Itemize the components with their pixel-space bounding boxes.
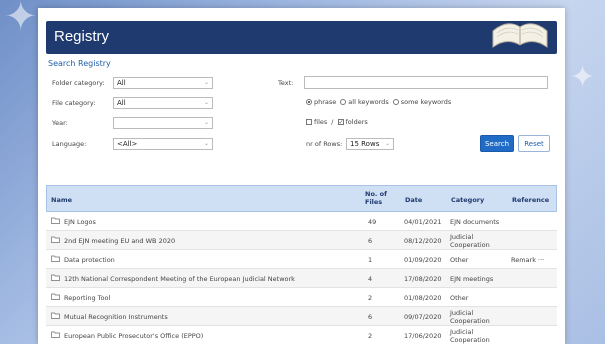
search-registry-title: Search Registry [48, 59, 111, 68]
language-select[interactable]: <All> ⌄ [113, 138, 213, 150]
background-star-decoration: ✦ [570, 60, 596, 95]
page-title: Registry [54, 28, 110, 45]
year-select[interactable]: ⌄ [113, 117, 213, 129]
chevron-down-icon: ⌄ [203, 119, 209, 126]
row-name[interactable]: EJN Logos [64, 218, 96, 226]
row-category: EJN meetings [450, 275, 494, 283]
column-name[interactable]: Name [51, 196, 72, 204]
registry-table: Name No. of Files Date Category Referenc… [46, 185, 557, 344]
row-category: Judicial Cooperation [450, 309, 490, 325]
rows-select[interactable]: 15 Rows ⌄ [346, 138, 394, 150]
language-label: Language: [52, 140, 87, 148]
column-reference[interactable]: Reference [512, 196, 549, 204]
row-category: Judicial Cooperation [450, 233, 490, 249]
folder-icon [51, 217, 60, 224]
file-category-select[interactable]: All ⌄ [113, 97, 213, 109]
row-name[interactable]: Data protection [64, 256, 115, 264]
row-date: 17/06/2020 [404, 332, 442, 340]
table-row[interactable]: 2nd EJN meeting EU and WB 2020 6 08/12/202… [46, 231, 557, 250]
row-date: 09/07/2020 [404, 313, 442, 321]
registry-header: Registry [46, 21, 557, 54]
column-category[interactable]: Category [451, 196, 484, 204]
row-category: Other [450, 256, 469, 264]
row-name[interactable]: European Public Prosecutor's Office (EPP… [64, 332, 203, 340]
registry-panel: Registry Search Registry Folder category… [38, 8, 565, 344]
files-checkbox-label: files [314, 118, 328, 126]
rows-value: 15 Rows [350, 140, 380, 148]
chevron-down-icon: ⌄ [203, 140, 209, 147]
folders-checkbox[interactable]: ✓ folders [337, 118, 368, 126]
row-files: 4 [368, 275, 373, 283]
row-name[interactable]: 2nd EJN meeting EU and WB 2020 [64, 237, 175, 245]
search-button[interactable]: Search [480, 135, 514, 152]
radio-phrase[interactable]: phrase [306, 98, 336, 106]
row-name[interactable]: 12th National Correspondent Meeting of t… [64, 275, 295, 283]
table-header: Name No. of Files Date Category Referenc… [46, 185, 557, 212]
column-date[interactable]: Date [405, 196, 422, 204]
row-files: 6 [368, 237, 373, 245]
row-date: 08/12/2020 [404, 237, 442, 245]
table-row[interactable]: 12th National Correspondent Meeting of t… [46, 269, 557, 288]
row-files: 1 [368, 256, 373, 264]
match-options: phrase all keywords some keywords [306, 98, 451, 106]
file-category-value: All [117, 99, 126, 107]
year-label: Year: [52, 119, 68, 127]
row-files: 49 [368, 218, 377, 226]
row-category: EJN documents [450, 218, 500, 226]
folder-icon [51, 312, 60, 319]
open-book-icon [492, 23, 548, 48]
row-files: 6 [368, 313, 373, 321]
language-value: <All> [117, 140, 138, 148]
table-row[interactable]: Reporting Tool 2 01/08/2020 Other [46, 288, 557, 307]
folder-icon [51, 236, 60, 243]
radio-all-keywords-label: all keywords [348, 98, 389, 106]
radio-some-keywords[interactable]: some keywords [392, 98, 452, 106]
row-reference[interactable]: Remark ··· [511, 256, 544, 264]
row-date: 04/01/2021 [404, 218, 442, 226]
folder-category-select[interactable]: All ⌄ [113, 77, 213, 89]
table-row[interactable]: EJN Logos 49 04/01/2021 EJN documents [46, 212, 557, 231]
chevron-down-icon: ⌄ [203, 99, 209, 106]
table-row[interactable]: Data protection 1 01/09/2020 Other Remark ··… [46, 250, 557, 269]
folder-icon [51, 293, 60, 300]
row-date: 17/08/2020 [404, 275, 442, 283]
background-star-decoration: ✦ [4, 0, 38, 40]
file-category-label: File category: [52, 99, 96, 107]
folders-checkbox-label: folders [345, 118, 368, 126]
reset-button[interactable]: Reset [518, 135, 550, 152]
row-date: 01/08/2020 [404, 294, 442, 302]
chevron-down-icon: ⌄ [203, 79, 209, 86]
text-label: Text: [278, 79, 294, 87]
folder-category-value: All [117, 79, 126, 87]
scope-options: files / ✓ folders [306, 118, 368, 126]
row-files: 2 [368, 332, 373, 340]
table-body: EJN Logos 49 04/01/2021 EJN documents 2nd EJ… [46, 212, 557, 344]
folder-icon [51, 255, 60, 262]
table-row[interactable]: Mutual Recognition Instruments 6 09/07/202… [46, 307, 557, 326]
rows-label: nr of Rows: [306, 140, 343, 148]
radio-some-keywords-label: some keywords [400, 98, 452, 106]
radio-all-keywords[interactable]: all keywords [340, 98, 389, 106]
table-row[interactable]: European Public Prosecutor's Office (EPP… [46, 326, 557, 344]
files-checkbox[interactable]: files [306, 118, 327, 126]
chevron-down-icon: ⌄ [384, 140, 390, 147]
row-category: Other [450, 294, 469, 302]
row-files: 2 [368, 294, 373, 302]
text-search-input[interactable] [304, 76, 548, 89]
row-name[interactable]: Reporting Tool [64, 294, 110, 302]
radio-phrase-label: phrase [314, 98, 337, 106]
folder-icon [51, 274, 60, 281]
separator: / [331, 118, 334, 126]
folder-category-label: Folder category: [52, 79, 105, 87]
row-name[interactable]: Mutual Recognition Instruments [64, 313, 168, 321]
column-files[interactable]: No. of Files [365, 190, 391, 206]
row-date: 01/09/2020 [404, 256, 442, 264]
folder-icon [51, 331, 60, 338]
row-category: Judicial Cooperation [450, 328, 490, 344]
search-form: Folder category: All ⌄ File category: Al… [46, 71, 557, 178]
